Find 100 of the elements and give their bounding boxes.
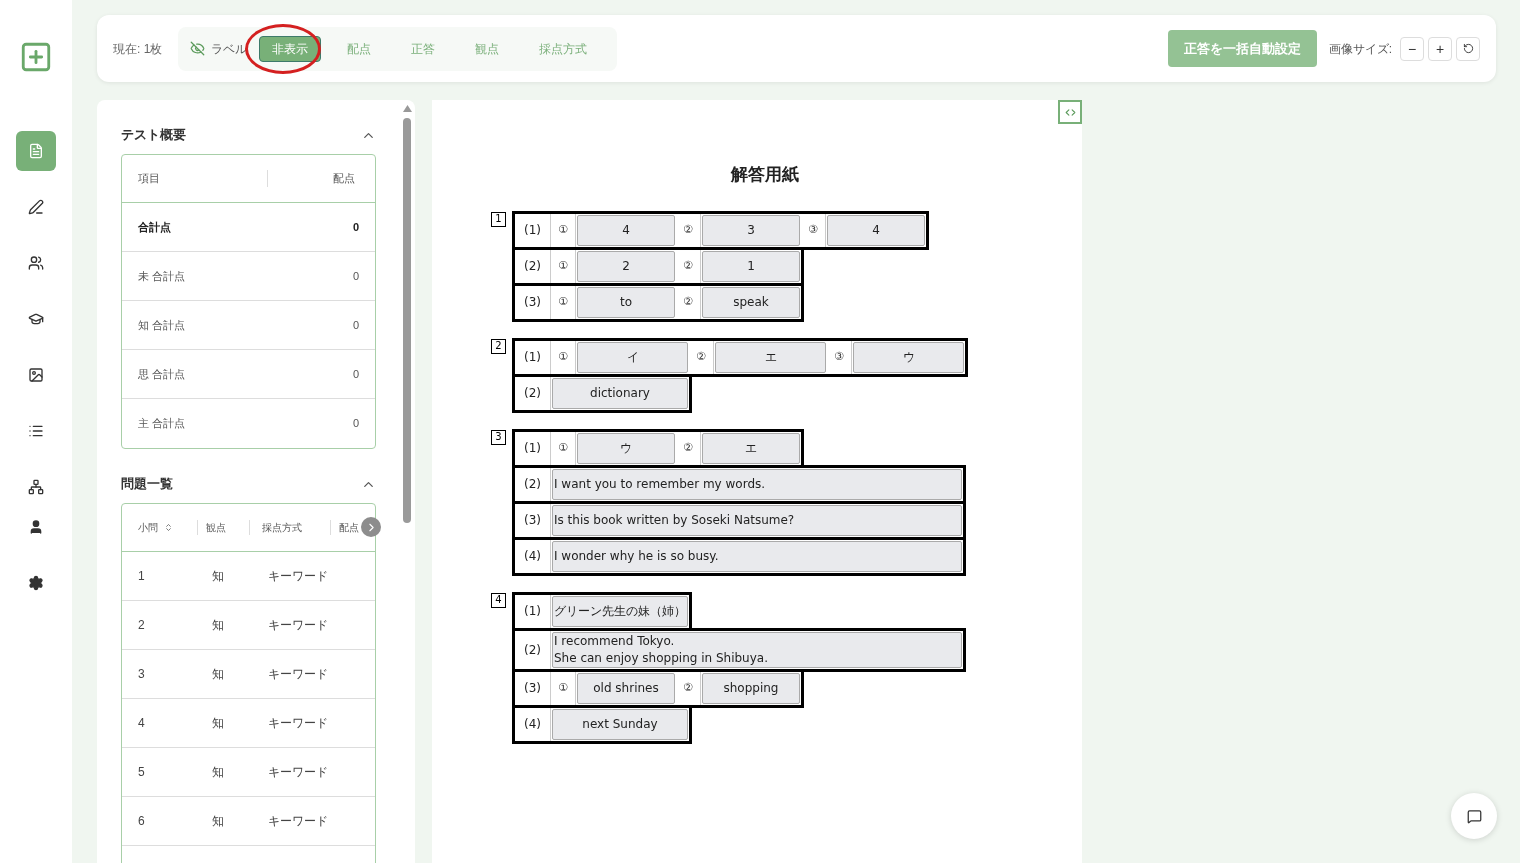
image-size-label: 画像サイズ:	[1328, 40, 1392, 58]
column-header: 観点	[198, 520, 250, 535]
table-cell-text: 知	[212, 666, 225, 683]
answer-field[interactable]: Is this book written by Soseki Natsume?	[552, 504, 962, 536]
answer-field[interactable]: old shrines	[577, 672, 675, 704]
answer-field[interactable]: グリーン先生の妹（姉）	[552, 595, 688, 627]
answer-field[interactable]: ウ	[853, 341, 964, 373]
item-number: ②	[676, 431, 701, 465]
answer-field[interactable]: I recommend Tokyo. She can enjoy shopping in Shibuya.	[552, 631, 962, 668]
list-icon[interactable]	[28, 423, 44, 439]
answer-field[interactable]: 4	[577, 214, 675, 246]
users-icon[interactable]	[28, 255, 44, 271]
table-cell-text: 知	[212, 568, 225, 585]
item-number: ①	[551, 213, 576, 247]
item-number: ③	[801, 213, 826, 247]
answer-field[interactable]: next Sunday	[552, 708, 688, 740]
item-number: ③	[827, 340, 852, 374]
graduate-icon[interactable]	[28, 311, 44, 327]
item-number: ①	[551, 340, 576, 374]
zoom-button[interactable]: +	[1428, 36, 1452, 61]
table-cell-text: 0	[352, 268, 359, 284]
answer-field[interactable]: 4	[827, 214, 925, 246]
row-label: (1)	[515, 431, 551, 465]
network-icon[interactable]	[28, 479, 44, 495]
row-label: (3)	[515, 503, 551, 537]
section-title: テスト概要	[121, 126, 186, 145]
settings-icon[interactable]	[28, 575, 44, 591]
table-cell-text: キーワード	[268, 617, 328, 634]
table-cell-text: 知	[212, 617, 225, 634]
column-header: 配点	[338, 521, 359, 535]
answer-field[interactable]: speak	[702, 286, 800, 318]
table-cell-text: キーワード	[268, 666, 328, 683]
chat-button[interactable]	[1451, 793, 1497, 839]
table-cell-text: キーワード	[268, 764, 328, 781]
column-header[interactable]: 小問	[138, 520, 158, 535]
sort-icon[interactable]	[164, 523, 173, 532]
answer-field[interactable]: エ	[702, 432, 800, 464]
answer-field[interactable]: 1	[702, 250, 800, 282]
answer-field[interactable]: I want you to remember my words.	[552, 468, 962, 500]
table-cell-text: 6	[138, 813, 146, 830]
scroll-up-icon[interactable]	[403, 105, 412, 112]
table-cell-text: 知	[212, 715, 225, 732]
table-cell-text: 5	[138, 764, 146, 781]
row-label: (3)	[515, 671, 551, 705]
chat-icon	[1466, 808, 1482, 824]
table-cell-text: 主 合計点	[138, 416, 187, 432]
table-cell-text: 0	[352, 219, 359, 235]
image-icon[interactable]	[28, 367, 44, 383]
table-cell-text: 思 合計点	[138, 366, 187, 382]
item-number: ②	[676, 213, 701, 247]
item-number: ②	[676, 285, 701, 319]
reset-button[interactable]	[1456, 36, 1480, 61]
reset-icon	[1462, 43, 1474, 54]
table-cell-text: 知	[212, 813, 225, 830]
answer-field[interactable]: shopping	[702, 672, 800, 704]
row-label: (2)	[515, 467, 551, 501]
user-icon[interactable]	[28, 519, 44, 535]
row-label: (4)	[515, 707, 551, 741]
table-cell-text: 1	[138, 568, 146, 585]
item-number: ②	[676, 249, 701, 283]
question-number: 3	[491, 429, 506, 445]
scrollbar-thumb[interactable]	[403, 118, 411, 523]
table-cell-text: 2	[138, 617, 146, 634]
question-number: 2	[491, 338, 506, 354]
table-cell-text: 知 合計点	[138, 317, 187, 333]
row-label: (1)	[515, 213, 551, 247]
column-header: 項目	[138, 170, 268, 187]
row-label: (1)	[515, 340, 551, 374]
split-toggle-button[interactable]	[1058, 100, 1082, 124]
scroll-right-button[interactable]	[361, 517, 381, 537]
item-number: ②	[689, 340, 714, 374]
answer-field[interactable]: dictionary	[552, 377, 688, 409]
answer-field[interactable]: 3	[702, 214, 800, 246]
add-icon[interactable]	[19, 40, 53, 74]
table-cell-text: 知	[212, 764, 225, 781]
row-label: (2)	[515, 376, 551, 410]
answer-field[interactable]: I wonder why he is so busy.	[552, 540, 962, 572]
question-number: 1	[491, 211, 506, 227]
item-number: ①	[551, 431, 576, 465]
table-cell-text: 0	[352, 416, 359, 432]
table-cell-text: キーワード	[268, 715, 328, 732]
answer-field[interactable]: ウ	[577, 432, 675, 464]
sheet-title: 解答用紙	[731, 164, 799, 186]
table-cell-text: 3	[138, 666, 146, 683]
item-number: ①	[551, 285, 576, 319]
table-cell-text: 未 合計点	[138, 268, 187, 284]
pen-icon[interactable]	[28, 199, 44, 215]
table-cell-text: キーワード	[268, 568, 328, 585]
section-title: 問題一覧	[121, 475, 173, 494]
answer-field[interactable]: 2	[577, 250, 675, 282]
table-cell-text: 0	[352, 366, 359, 382]
table-cell-text: キーワード	[268, 813, 328, 830]
column-header: 配点	[332, 171, 356, 187]
answer-field[interactable]: to	[577, 286, 675, 318]
row-label: (2)	[515, 630, 551, 669]
row-label: (3)	[515, 285, 551, 319]
answer-field[interactable]: イ	[577, 341, 688, 373]
zoom-button[interactable]: −	[1400, 36, 1424, 61]
answer-field[interactable]: エ	[715, 341, 826, 373]
item-number: ①	[551, 249, 576, 283]
